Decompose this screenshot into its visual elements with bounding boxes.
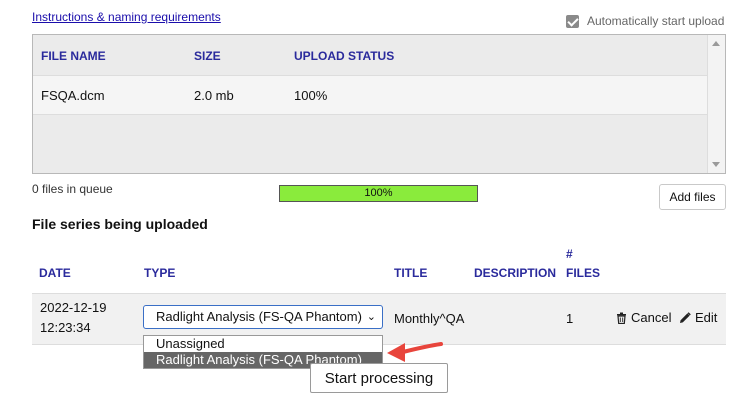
instructions-link[interactable]: Instructions & naming requirements xyxy=(32,10,221,24)
series-date: 2022-12-19 xyxy=(40,300,107,315)
col-size: SIZE xyxy=(194,49,221,63)
cancel-label: Cancel xyxy=(631,310,672,325)
series-section-title: File series being uploaded xyxy=(32,216,208,232)
table-row[interactable]: FSQA.dcm 2.0 mb 100% xyxy=(33,76,709,115)
type-select-value: Radlight Analysis (FS-QA Phantom) xyxy=(156,309,362,324)
edit-button[interactable]: Edit xyxy=(679,310,717,325)
col-description: DESCRIPTION xyxy=(474,266,557,280)
annotation-arrow-icon xyxy=(387,342,443,362)
trash-icon xyxy=(617,312,626,324)
col-files: FILES xyxy=(566,266,601,280)
auto-start-toggle[interactable]: Automatically start upload xyxy=(566,14,724,28)
series-time: 12:23:34 xyxy=(40,320,91,335)
chevron-down-icon: ⌄ xyxy=(366,311,376,323)
cancel-button[interactable]: Cancel xyxy=(616,310,671,325)
upload-queue-panel: FILE NAME SIZE UPLOAD STATUS FSQA.dcm 2.… xyxy=(32,34,726,174)
col-type: TYPE xyxy=(144,266,176,280)
scroll-down-arrow-icon[interactable] xyxy=(712,162,720,167)
col-upload-status: UPLOAD STATUS xyxy=(294,49,395,63)
add-files-button[interactable]: Add files xyxy=(659,184,726,210)
series-file-count: 1 xyxy=(566,311,574,326)
col-title: TITLE xyxy=(394,266,428,280)
pencil-icon xyxy=(680,311,691,323)
upload-table-header: FILE NAME SIZE UPLOAD STATUS xyxy=(33,35,709,76)
upload-table: FILE NAME SIZE UPLOAD STATUS FSQA.dcm 2.… xyxy=(33,35,709,115)
upload-scrollbar[interactable] xyxy=(707,35,725,173)
col-date: DATE xyxy=(39,266,71,280)
col-files-hash: # xyxy=(566,247,573,261)
auto-start-label: Automatically start upload xyxy=(587,14,725,28)
col-file-name: FILE NAME xyxy=(41,49,106,63)
upload-progress-bar: 100% xyxy=(279,185,478,202)
queue-count: 0 files in queue xyxy=(32,182,113,196)
type-select[interactable]: Radlight Analysis (FS-QA Phantom) ⌄ xyxy=(143,305,383,329)
file-name-cell: FSQA.dcm xyxy=(41,88,105,103)
auto-start-checkbox[interactable] xyxy=(566,14,579,28)
scroll-up-arrow-icon[interactable] xyxy=(712,41,720,46)
series-title: Monthly^QA xyxy=(394,311,465,326)
file-size-cell: 2.0 mb xyxy=(194,88,234,103)
start-processing-button[interactable]: Start processing xyxy=(310,363,448,393)
upload-status-cell: 100% xyxy=(294,88,328,103)
dropdown-option-unassigned[interactable]: Unassigned xyxy=(144,336,382,352)
edit-label: Edit xyxy=(695,310,718,325)
